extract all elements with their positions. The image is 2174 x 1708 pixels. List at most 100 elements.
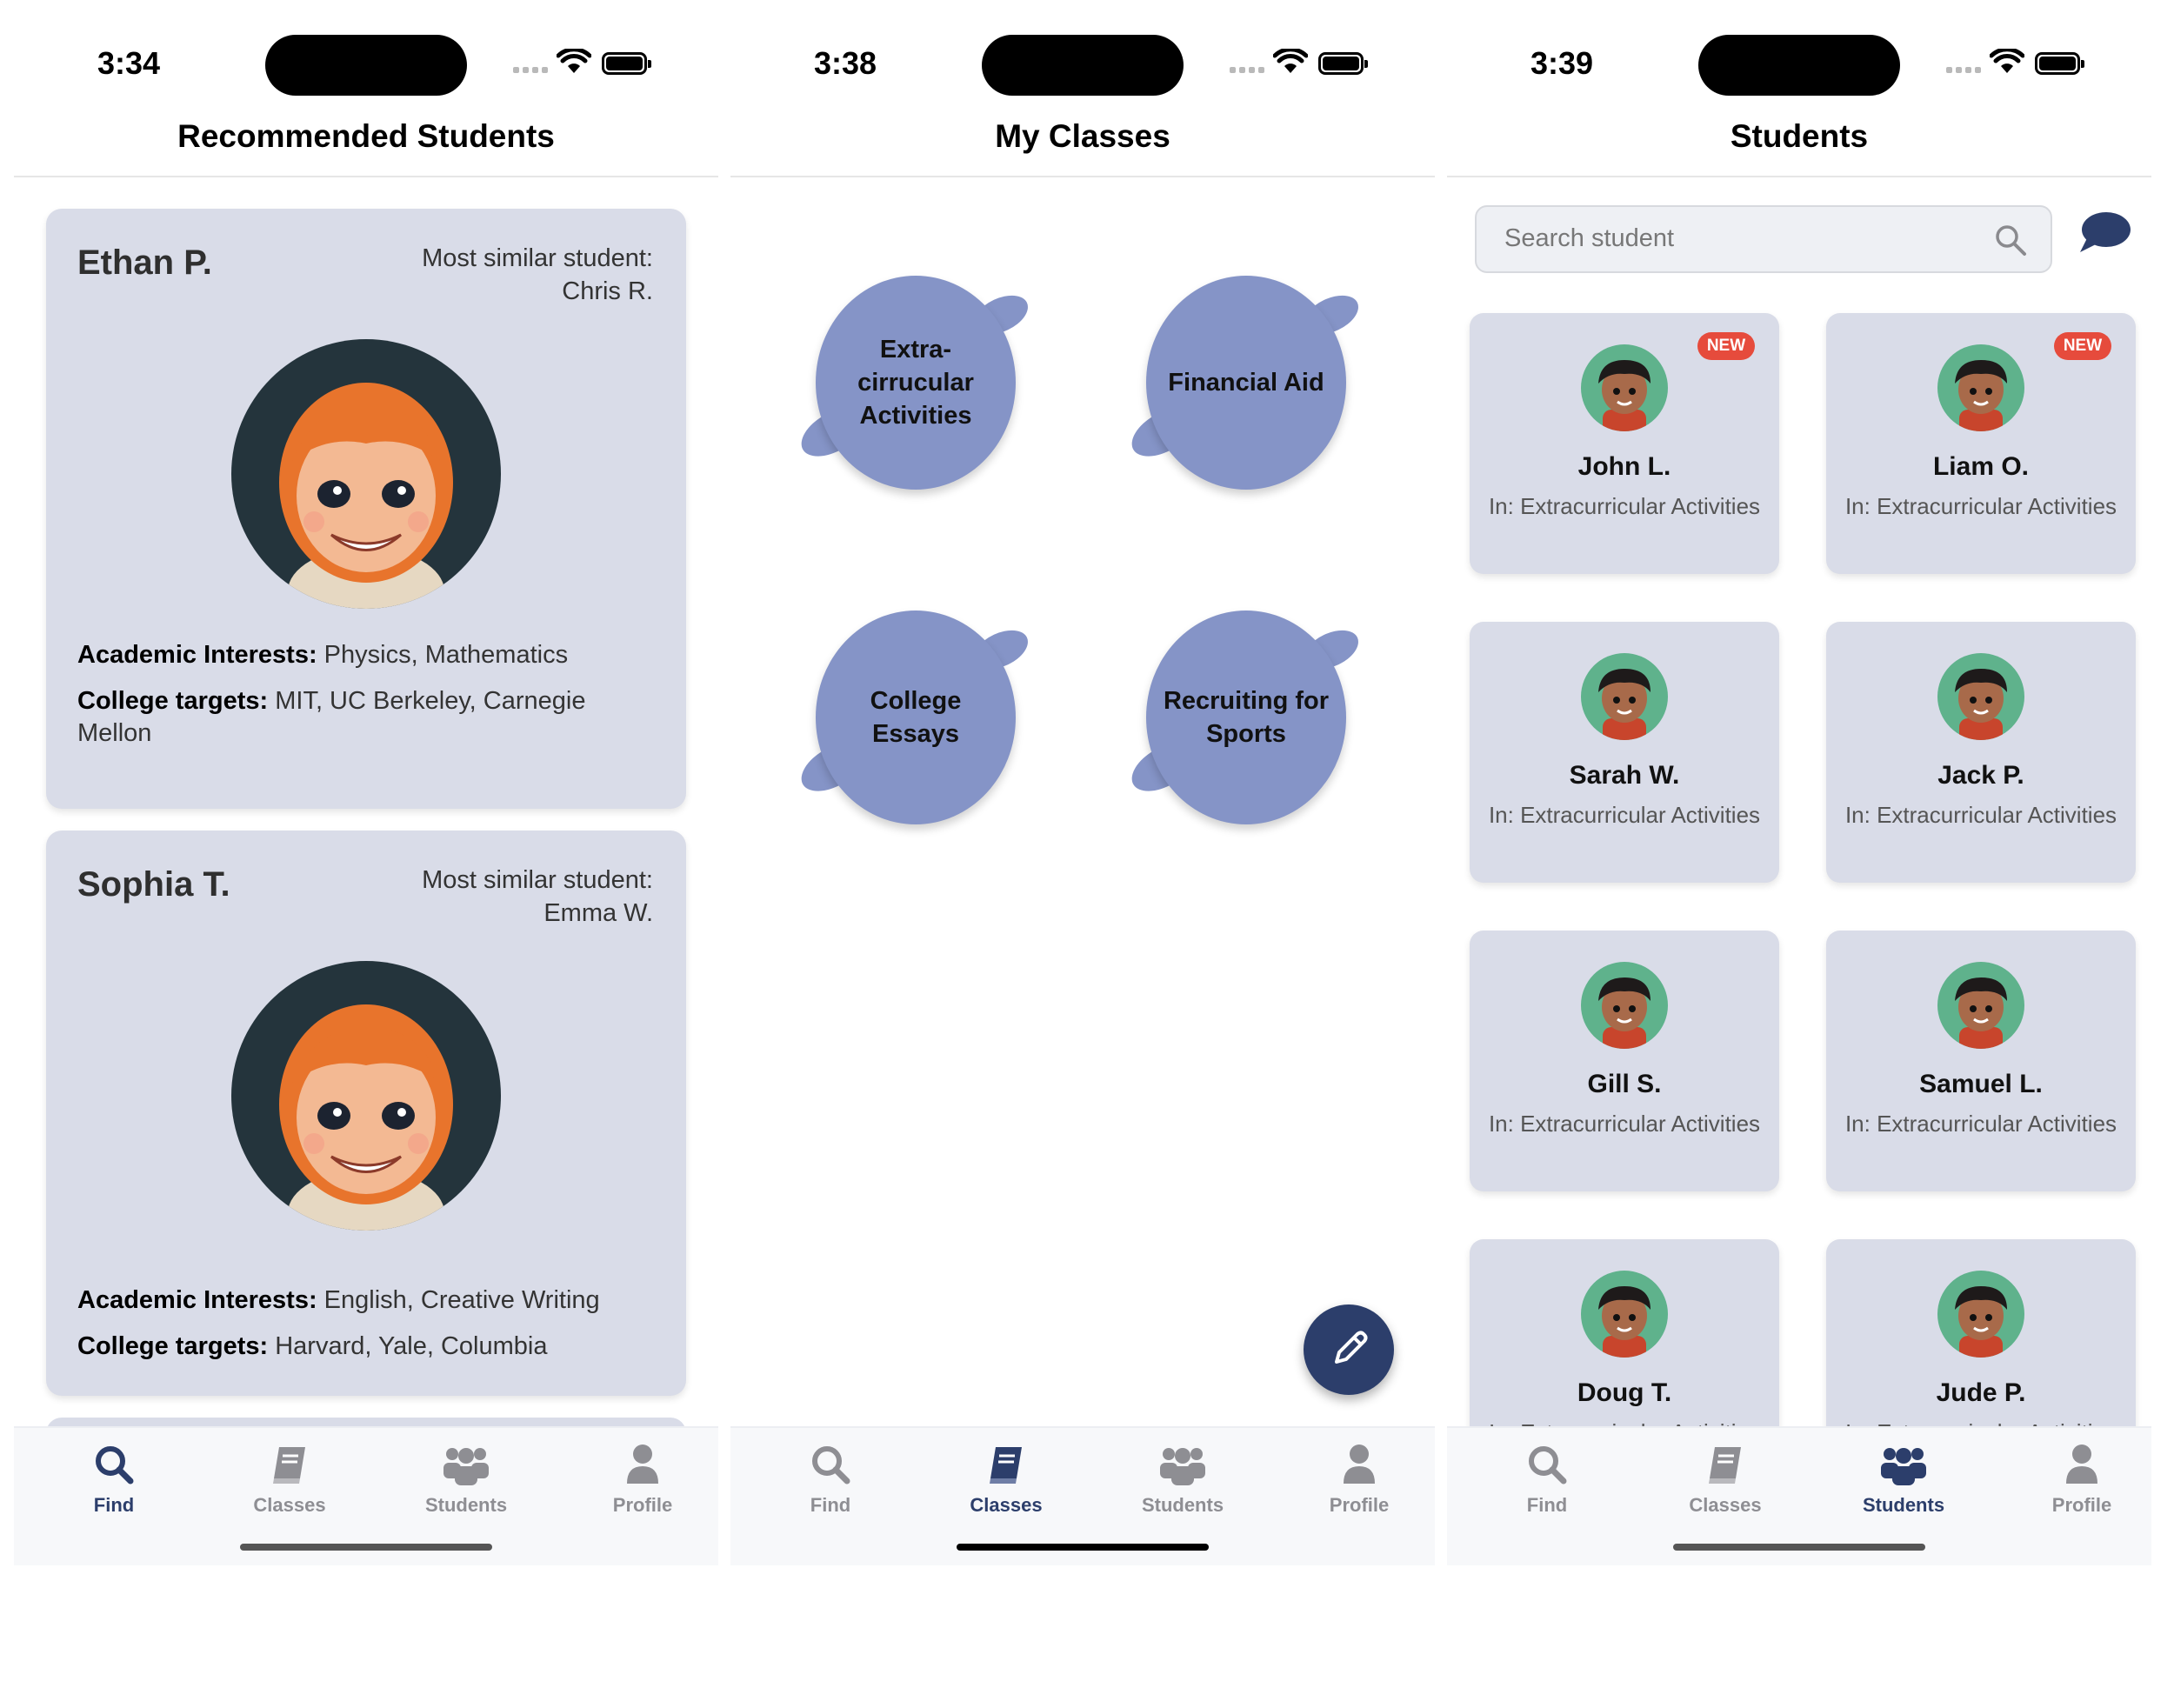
divider — [730, 176, 1435, 177]
search-icon — [1529, 1446, 1567, 1484]
status-bar: 3:38 — [730, 0, 1435, 130]
class-name: College Essays — [870, 687, 962, 748]
class-bubble[interactable]: Recruiting for Sports — [1124, 600, 1372, 826]
student-card[interactable]: Jack P. In: Extracurricular Activities — [1826, 622, 2136, 883]
student-card[interactable]: NEW Liam O. In: Extracurricular Activiti… — [1826, 313, 2136, 574]
student-card[interactable]: NEW John L. In: Extracurricular Activiti… — [1470, 313, 1779, 574]
student-name: Jack P. — [1937, 761, 2024, 790]
tab-label: Classes — [970, 1494, 1043, 1516]
tab-students[interactable]: Students — [397, 1440, 536, 1517]
dynamic-island — [982, 35, 1184, 96]
users-icon — [443, 1448, 489, 1485]
tab-classes[interactable]: Classes — [937, 1440, 1076, 1517]
wifi-icon — [557, 49, 591, 73]
targets-label: College targets: — [77, 1332, 269, 1360]
battery-icon — [1318, 52, 1368, 75]
student-card[interactable]: Jude P. In: Extracurricular Activities — [1826, 1239, 2136, 1426]
student-name: Doug T. — [1577, 1378, 1672, 1407]
student-class: In: Extracurricular Activities — [1488, 802, 1761, 828]
college-targets: College targets: Harvard, Yale, Columbia — [77, 1331, 651, 1363]
student-card[interactable]: Doug T. In: Extracurricular Activities — [1470, 1239, 1779, 1426]
student-name: Ethan P. — [77, 244, 212, 282]
student-avatar — [1937, 962, 2024, 1049]
student-card[interactable]: Gill S. In: Extracurricular Activities — [1470, 931, 1779, 1191]
student-name: Samuel L. — [1919, 1070, 2043, 1098]
home-indicator — [1673, 1544, 1925, 1551]
dynamic-island — [265, 35, 467, 96]
tab-label: Students — [1141, 1494, 1224, 1516]
tab-find[interactable]: Find — [1477, 1440, 1617, 1517]
targets-label: College targets: — [77, 687, 269, 715]
book-icon — [1709, 1447, 1741, 1484]
recommended-student-card[interactable]: Sophia T. Most similar student: Emma W. … — [46, 831, 686, 1396]
academic-interests: Academic Interests: English, Creative Wr… — [77, 1284, 651, 1317]
student-card[interactable]: Sarah W. In: Extracurricular Activities — [1470, 622, 1779, 883]
class-bubble[interactable]: Financial Aid — [1124, 265, 1372, 491]
tab-profile[interactable]: Profile — [573, 1440, 712, 1517]
tab-label: Classes — [253, 1494, 326, 1516]
student-avatar — [231, 339, 501, 609]
student-avatar — [1581, 653, 1668, 740]
wifi-icon — [1273, 49, 1308, 73]
users-icon — [1160, 1448, 1205, 1485]
book-icon — [990, 1447, 1022, 1484]
new-badge: NEW — [2054, 332, 2111, 360]
student-avatar — [1581, 962, 1668, 1049]
student-class: In: Extracurricular Activities — [1844, 493, 2117, 519]
student-avatar — [1581, 344, 1668, 431]
tab-label: Classes — [1689, 1494, 1762, 1516]
tab-label: Find — [93, 1494, 135, 1516]
users-icon — [1881, 1448, 1926, 1485]
classes-screen: 3:38 My Classes Extra-cirrucular Activit… — [730, 0, 1435, 1565]
signal-icon — [1230, 63, 1266, 73]
student-avatar — [1937, 1271, 2024, 1358]
pencil-icon — [1335, 1331, 1368, 1364]
tab-bar: Find Classes Students Profile — [730, 1426, 1435, 1565]
tab-classes[interactable]: Classes — [220, 1440, 359, 1517]
recommended-student-card[interactable]: Ethan P. Most similar student: Chris R. … — [46, 209, 686, 809]
divider — [1447, 176, 2151, 177]
interests-value: Physics, Mathematics — [317, 641, 569, 669]
class-bubble[interactable]: College Essays — [793, 600, 1042, 826]
page-title: Recommended Students — [177, 118, 555, 154]
class-bubble[interactable]: Extra-cirrucular Activities — [793, 265, 1042, 491]
page-title: Students — [1730, 118, 1869, 154]
student-card[interactable]: Samuel L. In: Extracurricular Activities — [1826, 931, 2136, 1191]
user-icon — [627, 1444, 658, 1484]
signal-icon — [513, 63, 550, 73]
tab-find[interactable]: Find — [44, 1440, 183, 1517]
tab-find[interactable]: Find — [761, 1440, 900, 1517]
tab-profile[interactable]: Profile — [2012, 1440, 2151, 1517]
battery-icon — [602, 52, 651, 75]
student-avatar — [1937, 344, 2024, 431]
user-icon — [1344, 1444, 1375, 1484]
similar-student: Most similar student: Chris R. — [323, 242, 653, 308]
similar-label: Most similar student: — [422, 866, 653, 894]
new-badge: NEW — [1697, 332, 1755, 360]
status-bar: 3:39 — [1447, 0, 2151, 130]
search-icon — [812, 1446, 850, 1484]
tab-profile[interactable]: Profile — [1290, 1440, 1429, 1517]
tab-students[interactable]: Students — [1834, 1440, 1973, 1517]
college-targets: College targets: MIT, UC Berkeley, Carne… — [77, 685, 651, 750]
students-grid: NEW John L. In: Extracurricular Activiti… — [1447, 178, 2151, 1426]
status-bar: 3:34 — [14, 0, 718, 130]
tab-students[interactable]: Students — [1113, 1440, 1252, 1517]
status-time: 3:34 — [97, 45, 161, 81]
student-name: Sophia T. — [77, 865, 230, 904]
home-indicator — [957, 1544, 1209, 1551]
student-avatar — [1937, 653, 2024, 740]
student-class: In: Extracurricular Activities — [1844, 1111, 2117, 1137]
student-class: In: Extracurricular Activities — [1470, 1418, 1779, 1426]
targets-value: Harvard, Yale, Columbia — [268, 1332, 548, 1360]
battery-icon — [2035, 52, 2084, 75]
student-class: In: Extracurricular Activities — [1844, 802, 2117, 828]
similar-name: Chris R. — [562, 277, 653, 305]
edit-button[interactable] — [1304, 1304, 1394, 1395]
student-name: Jude P. — [1936, 1378, 2026, 1407]
home-indicator — [240, 1544, 492, 1551]
tab-label: Find — [810, 1494, 851, 1516]
tab-label: Profile — [1329, 1494, 1390, 1516]
tab-classes[interactable]: Classes — [1656, 1440, 1795, 1517]
student-name: Gill S. — [1587, 1070, 1662, 1098]
